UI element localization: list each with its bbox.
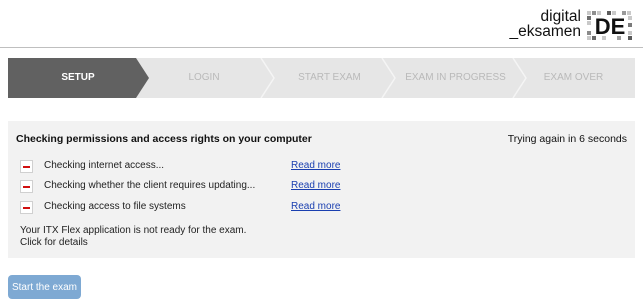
header: digital _eksamen DE bbox=[0, 0, 643, 48]
brand-wordmark: digital _eksamen bbox=[509, 8, 582, 40]
check-row-filesystem: Checking access to file systems Read mor… bbox=[20, 200, 620, 216]
step-start-exam: START EXAM bbox=[298, 72, 361, 83]
progress-stepper: SETUP LOGIN START EXAM EXAM IN PROGRESS … bbox=[8, 58, 635, 98]
step-login: LOGIN bbox=[188, 72, 220, 83]
status-line-1: Your ITX Flex application is not ready f… bbox=[20, 225, 247, 236]
step-exam-over: EXAM OVER bbox=[543, 72, 604, 83]
permission-check-panel: Checking permissions and access rights o… bbox=[8, 121, 635, 258]
step-setup: SETUP bbox=[61, 72, 95, 83]
step-exam-in-progress: EXAM IN PROGRESS bbox=[405, 72, 506, 83]
brand-line-1: digital bbox=[540, 8, 582, 25]
check-row-internet: Checking internet access... Read more bbox=[20, 159, 620, 175]
failed-status-icon bbox=[20, 160, 33, 173]
read-more-link[interactable]: Read more bbox=[291, 160, 340, 171]
header-divider bbox=[0, 47, 643, 48]
check-label: Checking access to file systems bbox=[44, 201, 186, 212]
status-details-link[interactable]: Click for details bbox=[20, 237, 246, 249]
retry-countdown: Trying again in 6 seconds bbox=[507, 133, 627, 145]
start-exam-button[interactable]: Start the exam bbox=[8, 275, 81, 299]
check-row-update: Checking whether the client requires upd… bbox=[20, 179, 620, 195]
readiness-status-message[interactable]: Your ITX Flex application is not ready f… bbox=[20, 225, 246, 249]
read-more-link[interactable]: Read more bbox=[291, 201, 340, 212]
digital-eksamen-logo: DE bbox=[587, 11, 632, 40]
check-label: Checking whether the client requires upd… bbox=[44, 180, 256, 191]
failed-status-icon bbox=[20, 180, 33, 193]
panel-title: Checking permissions and access rights o… bbox=[16, 133, 312, 145]
check-label: Checking internet access... bbox=[44, 160, 165, 171]
read-more-link[interactable]: Read more bbox=[291, 180, 340, 191]
brand-line-2: _eksamen bbox=[509, 23, 581, 40]
logo-letters: DE bbox=[595, 14, 626, 39]
failed-status-icon bbox=[20, 201, 33, 214]
